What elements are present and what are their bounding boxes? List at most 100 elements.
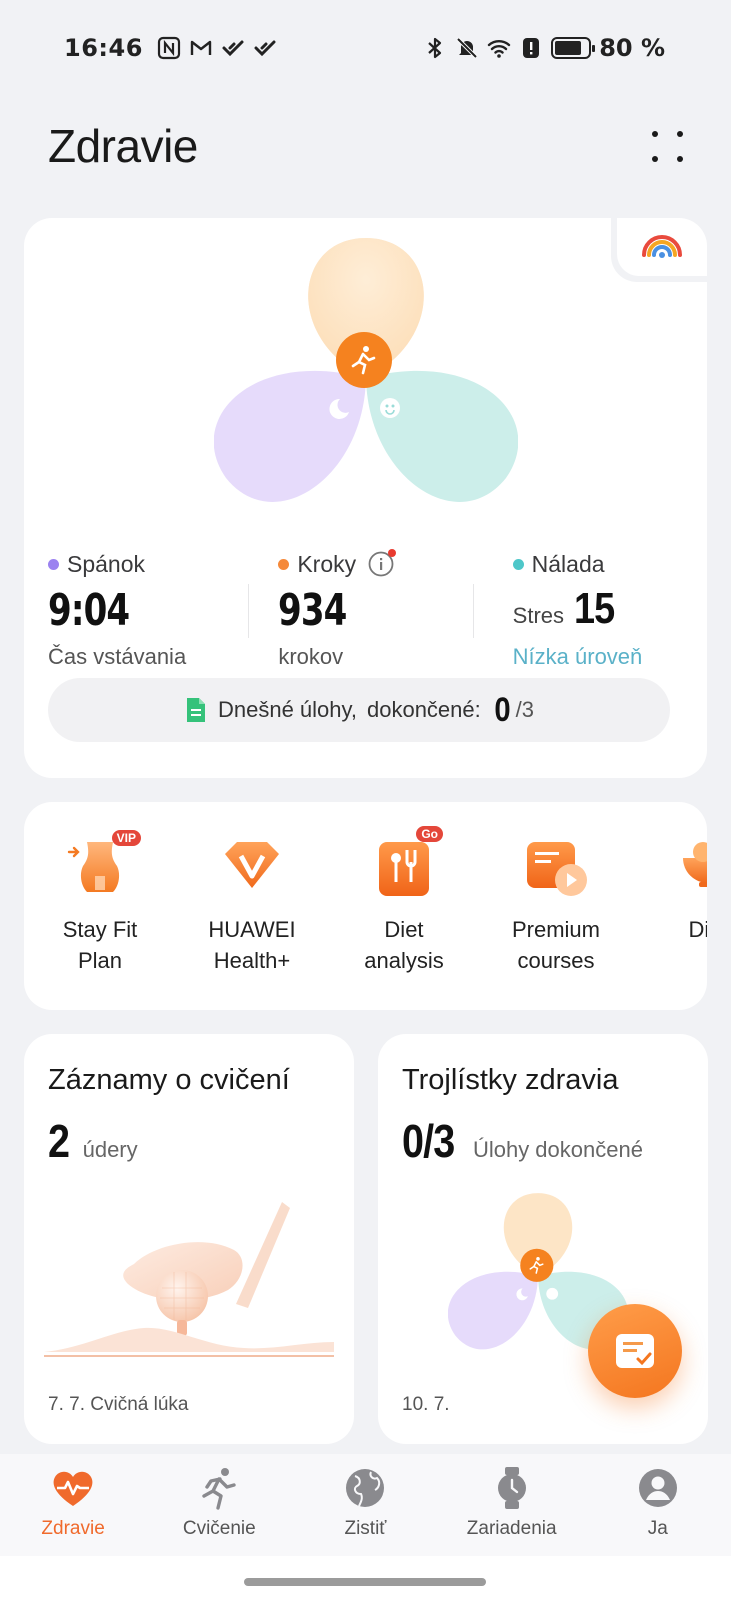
more-dot-icon [651,130,658,137]
bell-muted-icon [456,37,478,59]
shortcut-stay-fit-plan[interactable]: VIP Stay Fit Plan [24,830,176,976]
shortcut-label: HUAWEI Health+ [208,917,296,973]
info-icon[interactable] [368,549,397,577]
nav-item-ja[interactable]: Ja [588,1466,728,1540]
health-trefoil[interactable] [214,238,518,518]
sleep-value: 9:04 [48,585,130,636]
nav-item-cvicenie[interactable]: Cvičenie [149,1466,289,1540]
go-badge: Go [416,826,443,842]
shortcuts-row: VIP Stay Fit Plan HUAWEI Health+ Go Diet… [24,826,707,976]
nav-item-zariadenia[interactable]: Zariadenia [442,1466,582,1540]
trefoil-card-title: Trojlístky zdravia [402,1064,619,1096]
shortcut-diet-analysis[interactable]: Go Diet analysis [328,826,480,976]
tasks-fab-button[interactable] [588,1304,682,1398]
smile-icon [380,398,400,418]
stress-label: Stres [512,603,565,628]
more-dot-icon [676,130,683,137]
daily-tasks-bar[interactable]: Dnešné úlohy, dokončené: 0 /3 [48,678,670,742]
metrics-row: Spánok 9:04 Čas vstávania Kroky 934 krok… [24,548,707,670]
more-dot-icon [651,155,658,162]
status-bar: 16:46 80 % [0,0,731,96]
sleep-label-row: Spánok [48,548,242,580]
trefoil-value: 0/3 [402,1115,455,1167]
exercise-records-card[interactable]: Záznamy o cvičení 2 údery 7. 7. Cvičná l… [24,1034,354,1444]
sleep-sub: Čas vstávania [48,644,187,669]
wifi-icon [487,40,511,58]
status-left: 16:46 [64,34,277,62]
mood-petal [366,370,518,502]
sleep-label: Spánok [67,550,146,577]
shortcut-label: Diet analysis [364,917,444,973]
rainbow-icon [642,235,682,258]
checklist-icon [616,1334,654,1368]
exercise-card-title: Záznamy o cvičení [48,1064,290,1096]
document-icon [186,698,205,722]
rainbow-button[interactable] [617,218,707,276]
mood-label-row: Nálada [512,548,707,580]
stress-row: Stres 15 [513,584,707,638]
heart-pulse-icon [51,1466,95,1510]
globe-icon [343,1466,387,1510]
tasks-count: 0 [494,690,511,729]
page-title: Zdravie [48,120,198,172]
stress-value: 15 [574,584,615,633]
sleep-petal [214,370,366,502]
steps-label-row: Kroky [278,548,472,580]
app-notification-icon [222,40,244,57]
shortcut-huawei-health-plus[interactable]: HUAWEI Health+ [176,832,328,976]
mood-metric[interactable]: Nálada Stres 15 Nízka úroveň [472,548,707,670]
shortcut-premium-courses[interactable]: Premium courses [480,832,632,976]
steps-label: Kroky [297,550,357,577]
steps-dot [278,558,290,570]
trefoil-footer: 10. 7. [402,1394,450,1415]
shortcut-label: Premium courses [511,917,600,973]
nav-item-zdravie[interactable]: Zdravie [3,1466,143,1540]
notification-dot [388,549,397,557]
bluetooth-icon [428,37,442,59]
nav-label: Zistiť [344,1518,387,1539]
shortcut-label: Stay Fit Plan [62,917,138,973]
exercise-footer: 7. 7. Cvičná lúka [48,1394,189,1415]
exercise-value-row: 2 údery [48,1114,138,1168]
exercise-unit: údery [82,1137,138,1162]
sleep-dot [48,558,59,570]
golf-illustration [44,1202,334,1357]
battery-text: 80 % [599,34,665,62]
runner-icon [197,1466,241,1510]
nav-label: Ja [647,1518,668,1539]
exercise-value: 2 [48,1115,70,1167]
diet-icon [673,832,707,902]
nfc-icon [157,36,181,60]
shortcut-label: Diet [688,917,707,942]
nav-label: Zdravie [41,1518,105,1539]
tasks-done-label: dokončené: [366,697,481,722]
bottom-navigation: Zdravie Cvičenie Zistiť Zariadenia Ja [0,1454,731,1556]
battery-level [555,41,581,55]
stress-level-link[interactable]: Nízka úroveň [513,644,707,670]
mood-dot [512,558,524,570]
shortcut-diet[interactable]: Diet [632,832,707,976]
gmail-icon [190,40,212,55]
more-dot-icon [676,155,683,162]
sleep-metric[interactable]: Spánok 9:04 Čas vstávania [24,548,242,669]
health-plus-icon [217,832,287,902]
stay-fit-icon: VIP [65,830,141,902]
more-options-button[interactable] [649,128,685,164]
trefoil-unit: Úlohy dokončené [472,1137,643,1162]
steps-metric[interactable]: Kroky 934 krokov [242,548,472,669]
vip-badge: VIP [111,830,141,846]
shortcuts-card: VIP Stay Fit Plan HUAWEI Health+ Go Diet… [24,802,707,1010]
home-indicator[interactable] [244,1578,486,1586]
nav-item-zistit[interactable]: Zistiť [295,1466,435,1540]
health-overview-card[interactable]: Spánok 9:04 Čas vstávania Kroky 934 krok… [24,218,707,778]
status-time: 16:46 [64,34,143,62]
status-right: 80 % [423,34,665,62]
watch-icon [490,1466,534,1510]
premium-courses-icon [521,832,591,902]
mood-label: Nálada [531,550,605,577]
nav-label: Cvičenie [182,1518,256,1539]
tasks-total: /3 [515,697,535,722]
steps-value: 934 [278,585,347,636]
battery-icon [551,37,596,59]
steps-sub: krokov [278,644,344,669]
